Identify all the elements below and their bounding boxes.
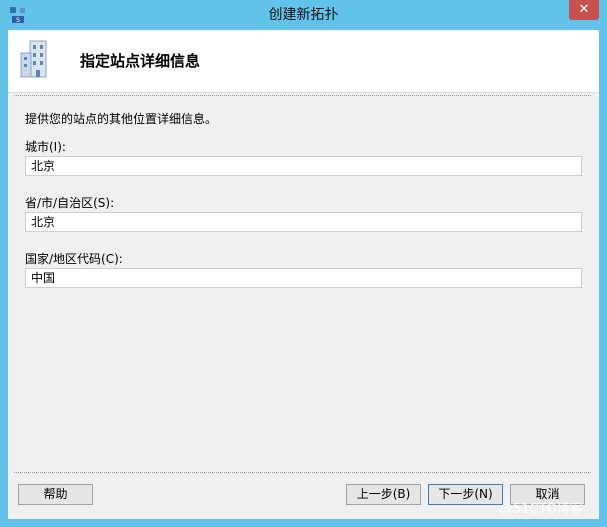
watermark-text: @51CTO博客 bbox=[500, 502, 583, 517]
close-button[interactable]: ✕ bbox=[569, 0, 599, 20]
city-input[interactable]: 北京 bbox=[25, 156, 582, 176]
state-input[interactable]: 北京 bbox=[25, 212, 582, 232]
form-area: 提供您的站点的其他位置详细信息。 城市(I): 北京 省/市/自治区(S): 北… bbox=[14, 95, 591, 473]
dialog-window: S 创建新拓扑 ✕ 指定站点详细信息 提供您的站点的其他位置详细信息。 城市(I… bbox=[0, 0, 607, 527]
building-icon bbox=[20, 40, 47, 78]
title-bar[interactable]: S 创建新拓扑 ✕ bbox=[0, 0, 607, 30]
country-label: 国家/地区代码(C): bbox=[25, 252, 123, 266]
window-title: 创建新拓扑 bbox=[268, 7, 339, 23]
city-label: 城市(I): bbox=[25, 140, 66, 154]
wizard-body: 指定站点详细信息 提供您的站点的其他位置详细信息。 城市(I): 北京 省/市/… bbox=[8, 30, 599, 519]
intro-text: 提供您的站点的其他位置详细信息。 bbox=[25, 112, 218, 126]
country-input[interactable]: 中国 bbox=[25, 268, 582, 288]
page-title: 指定站点详细信息 bbox=[80, 52, 201, 70]
next-button[interactable]: 下一步(N) bbox=[428, 484, 503, 505]
back-button[interactable]: 上一步(B) bbox=[346, 484, 421, 505]
wizard-header: 指定站点详细信息 bbox=[8, 30, 599, 93]
state-label: 省/市/自治区(S): bbox=[25, 196, 115, 210]
help-button[interactable]: 帮助 bbox=[18, 484, 93, 505]
